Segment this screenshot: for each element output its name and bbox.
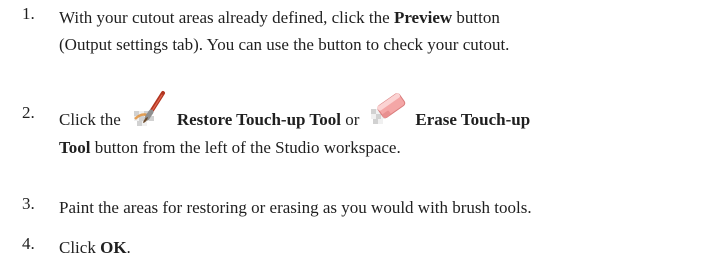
step-line: With your cutout areas already defined, … — [59, 8, 500, 27]
step-4: 4. Click OK. — [22, 234, 719, 261]
erase-touch-up-tool-label: Erase Touch-up — [415, 110, 531, 129]
step-line: (Output settings tab). You can use the b… — [59, 35, 510, 54]
restore-touch-up-brush-icon — [129, 89, 169, 129]
step-text: With your cutout areas already defined, … — [59, 4, 719, 58]
step-number: 2. — [22, 103, 35, 122]
preview-button-label: Preview — [393, 8, 453, 27]
restore-touch-up-tool-label: Restore Touch-up Tool — [176, 110, 341, 129]
eraser-icon — [367, 89, 407, 129]
step-number: 1. — [22, 4, 35, 23]
step-line: Click OK. — [59, 238, 131, 257]
step-text: Paint the areas for restoring or erasing… — [59, 194, 719, 221]
step-1: 1. With your cutout areas already define… — [22, 4, 719, 58]
ok-button-label: OK — [100, 238, 127, 257]
step-line: Paint the areas for restoring or erasing… — [59, 198, 532, 217]
step-3: 3. Paint the areas for restoring or eras… — [22, 194, 719, 221]
step-text: Click OK. — [59, 234, 719, 261]
step-line: Tool button from the left of the Studio … — [59, 138, 401, 157]
step-2: 2. Click the Restore Touch-up Tool or Er… — [22, 91, 719, 161]
step-line: Click the Restore Touch-up Tool or Erase… — [59, 91, 719, 134]
step-text: Click the Restore Touch-up Tool or Erase… — [59, 91, 719, 161]
step-number: 4. — [22, 234, 35, 253]
step-number: 3. — [22, 194, 35, 213]
